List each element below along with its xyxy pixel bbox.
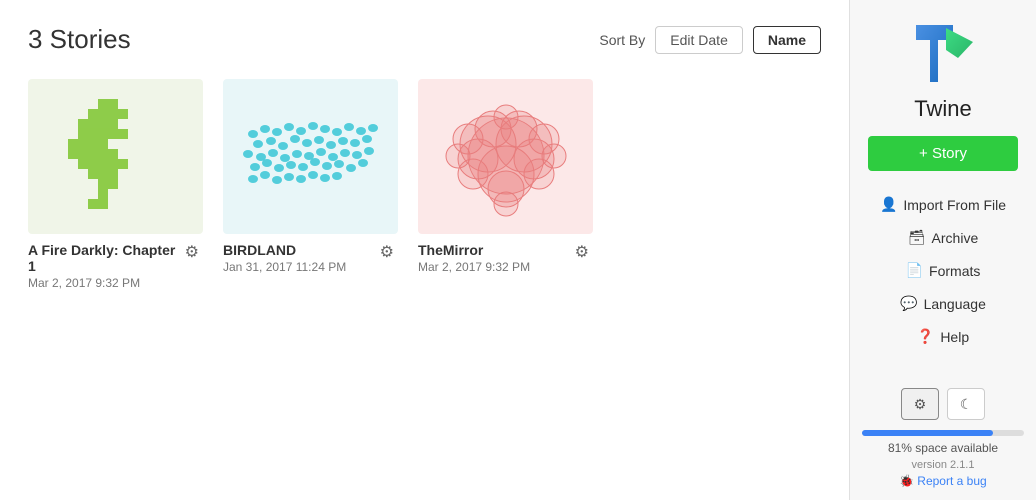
bug-icon: 🐞 [899,474,914,488]
story-card-fire-darkly[interactable]: A Fire Darkly: Chapter 1 Mar 2, 2017 9:3… [28,79,203,290]
app-name: Twine [914,96,971,122]
light-theme-button[interactable]: ⚙ [901,388,939,420]
report-bug-link[interactable]: 🐞 Report a bug [899,474,986,488]
story-date-fire-darkly: Mar 2, 2017 9:32 PM [28,276,181,290]
light-theme-icon: ⚙ [914,396,927,413]
stories-grid: A Fire Darkly: Chapter 1 Mar 2, 2017 9:3… [28,79,821,290]
main-content: 3 Stories Sort By Edit Date Name [0,0,849,500]
story-card-text-fire-darkly: A Fire Darkly: Chapter 1 Mar 2, 2017 9:3… [28,242,181,290]
story-thumbnail-fire-darkly [28,79,203,234]
story-name-birdland: BIRDLAND [223,242,376,258]
version-label: version 2.1.1 [912,459,975,471]
sidebar-menu: 👤 Import From File 🗃 Archive 📄 Formats 💬… [850,189,1036,352]
sidebar-bottom: ⚙ ☾ 81% space available version 2.1.1 🐞 … [850,388,1036,488]
sort-controls: Sort By Edit Date Name [599,26,821,54]
sidebar-item-archive-label: Archive [932,230,979,246]
sidebar-item-language-label: Language [924,296,986,312]
story-name-the-mirror: TheMirror [418,242,571,258]
app-logo [908,20,978,90]
sidebar: Twine + Story 👤 Import From File 🗃 Archi… [849,0,1036,500]
sort-label: Sort By [599,32,645,48]
report-bug-text: Report a bug [917,474,986,488]
story-date-birdland: Jan 31, 2017 11:24 PM [223,260,376,274]
sidebar-item-import-label: Import From File [903,197,1006,213]
sidebar-item-import[interactable]: 👤 Import From File [850,189,1036,220]
story-settings-birdland[interactable]: ⚙ [376,240,398,264]
sidebar-item-formats[interactable]: 📄 Formats [850,255,1036,286]
formats-icon: 📄 [906,262,923,279]
sidebar-item-formats-label: Formats [929,263,980,279]
story-name-fire-darkly: A Fire Darkly: Chapter 1 [28,242,181,274]
archive-icon: 🗃 [908,229,926,246]
story-card-info-birdland: BIRDLAND Jan 31, 2017 11:24 PM ⚙ [223,242,398,274]
story-thumbnail-birdland [223,79,398,234]
page-title: 3 Stories [28,24,131,55]
story-settings-fire-darkly[interactable]: ⚙ [181,240,203,264]
sidebar-item-help[interactable]: ❓ Help [850,321,1036,352]
storage-progress-fill [862,430,993,436]
story-card-birdland[interactable]: BIRDLAND Jan 31, 2017 11:24 PM ⚙ [223,79,398,290]
help-icon: ❓ [917,328,934,345]
language-icon: 💬 [900,295,917,312]
sort-edit-date-button[interactable]: Edit Date [655,26,743,54]
sort-name-button[interactable]: Name [753,26,821,54]
story-card-text-the-mirror: TheMirror Mar 2, 2017 9:32 PM [418,242,571,274]
import-icon: 👤 [880,196,897,213]
sidebar-item-help-label: Help [940,329,969,345]
page-header: 3 Stories Sort By Edit Date Name [28,24,821,55]
story-card-info-fire-darkly: A Fire Darkly: Chapter 1 Mar 2, 2017 9:3… [28,242,203,290]
sidebar-item-language[interactable]: 💬 Language [850,288,1036,319]
story-settings-the-mirror[interactable]: ⚙ [571,240,593,264]
storage-progress-bar [862,430,1024,436]
dark-theme-icon: ☾ [960,396,973,413]
story-card-the-mirror[interactable]: TheMirror Mar 2, 2017 9:32 PM ⚙ [418,79,593,290]
sidebar-item-archive[interactable]: 🗃 Archive [850,222,1036,253]
theme-buttons: ⚙ ☾ [901,388,985,420]
space-available-label: 81% space available [888,441,998,455]
dark-theme-button[interactable]: ☾ [947,388,985,420]
story-thumbnail-the-mirror [418,79,593,234]
new-story-button[interactable]: + Story [868,136,1018,171]
story-date-the-mirror: Mar 2, 2017 9:32 PM [418,260,571,274]
story-card-text-birdland: BIRDLAND Jan 31, 2017 11:24 PM [223,242,376,274]
story-card-info-the-mirror: TheMirror Mar 2, 2017 9:32 PM ⚙ [418,242,593,274]
